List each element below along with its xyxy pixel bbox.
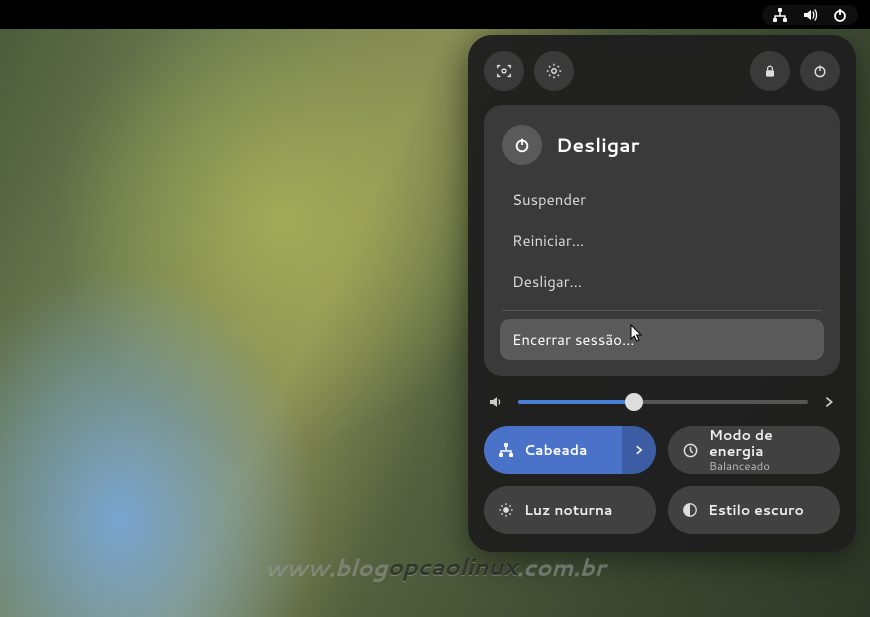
toggle-dark-style-label: Estilo escuro <box>708 500 804 520</box>
power-submenu-title: Desligar <box>556 132 639 159</box>
network-wired-icon <box>498 442 514 458</box>
volume-row <box>488 394 836 410</box>
volume-icon <box>802 7 818 23</box>
night-light-icon <box>498 502 514 518</box>
watermark-text: www.blogopcaolinux.com.br <box>0 551 870 583</box>
volume-more-icon[interactable] <box>822 395 836 409</box>
toggle-dark-style[interactable]: Estilo escuro <box>668 486 840 534</box>
status-tray[interactable] <box>762 5 858 25</box>
menu-item-logout[interactable]: Encerrar sessão… <box>500 319 824 360</box>
lock-button[interactable] <box>750 51 790 91</box>
screenshot-button[interactable] <box>484 51 524 91</box>
toggle-power-mode[interactable]: Modo de energia Balanceado <box>668 426 840 474</box>
toggle-wired[interactable]: Cabeada <box>484 426 656 474</box>
toggle-wired-expand[interactable] <box>622 426 656 474</box>
menu-item-shutdown[interactable]: Desligar… <box>500 261 824 302</box>
panel-header <box>484 51 840 91</box>
menu-separator <box>502 310 822 311</box>
quick-toggles-row-1: Cabeada Modo de energia Balanceado <box>484 426 840 474</box>
power-submenu: Desligar Suspender Reiniciar… Desligar… … <box>484 105 840 376</box>
toggle-night-light[interactable]: Luz noturna <box>484 486 656 534</box>
menu-item-suspend[interactable]: Suspender <box>500 179 824 220</box>
system-menu-panel: Desligar Suspender Reiniciar… Desligar… … <box>468 35 856 552</box>
quick-toggles-row-2: Luz noturna Estilo escuro <box>484 486 840 534</box>
volume-slider[interactable] <box>518 400 808 404</box>
power-mode-icon <box>682 442 699 459</box>
power-icon <box>832 7 848 23</box>
power-header-icon <box>502 125 542 165</box>
network-wired-icon <box>772 7 788 23</box>
power-submenu-header[interactable]: Desligar <box>500 121 824 169</box>
settings-button[interactable] <box>534 51 574 91</box>
top-bar <box>0 0 870 29</box>
menu-item-restart[interactable]: Reiniciar… <box>500 220 824 261</box>
volume-speaker-icon <box>488 394 504 410</box>
toggle-night-light-label: Luz noturna <box>524 500 612 520</box>
toggle-wired-label: Cabeada <box>524 440 587 460</box>
toggle-power-mode-sub: Balanceado <box>709 459 826 472</box>
power-menu-button[interactable] <box>800 51 840 91</box>
toggle-power-mode-label: Modo de energia <box>709 427 826 459</box>
dark-style-icon <box>682 502 698 518</box>
